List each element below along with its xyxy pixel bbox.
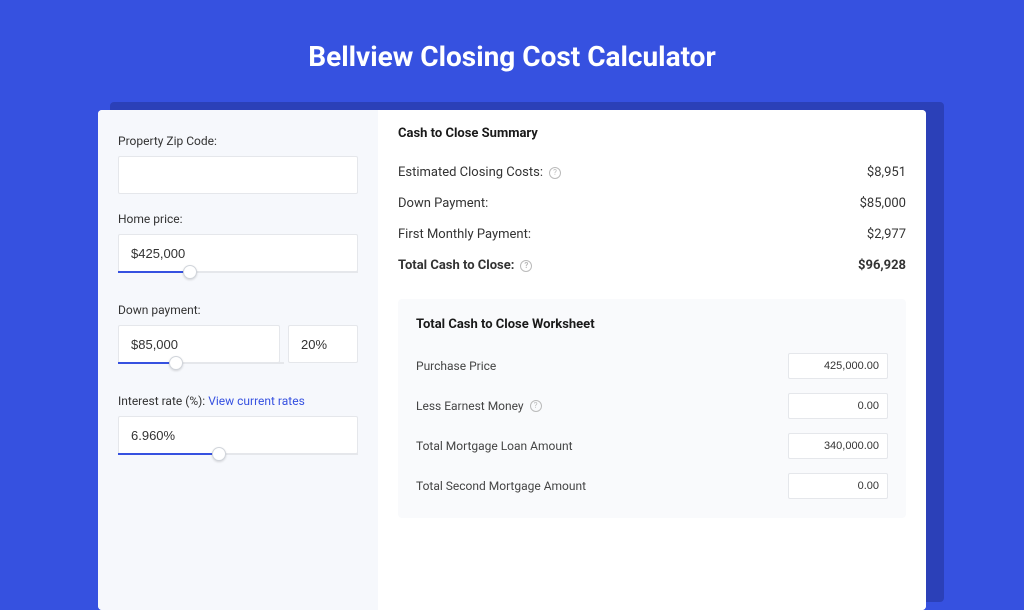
worksheet-row-label: Purchase Price	[416, 359, 496, 373]
worksheet-row-label: Total Second Mortgage Amount	[416, 479, 586, 493]
zip-group: Property Zip Code:	[118, 134, 358, 194]
worksheet-row-label: Less Earnest Money	[416, 399, 524, 413]
summary-row: First Monthly Payment: $2,977	[398, 219, 906, 250]
home-price-input[interactable]	[118, 234, 358, 272]
interest-rate-group: Interest rate (%): View current rates	[118, 394, 358, 467]
worksheet-row: Total Second Mortgage Amount	[416, 466, 888, 506]
summary-title: Cash to Close Summary	[398, 126, 906, 141]
current-rates-link[interactable]: View current rates	[208, 394, 305, 408]
summary-row: Down Payment: $85,000	[398, 188, 906, 219]
summary-total-label: Total Cash to Close:	[398, 258, 514, 273]
down-payment-input[interactable]	[118, 325, 280, 363]
worksheet-card: Total Cash to Close Worksheet Purchase P…	[398, 299, 906, 518]
summary-total-value: $96,928	[858, 258, 906, 273]
worksheet-row-input[interactable]	[788, 353, 888, 379]
worksheet-row-input[interactable]	[788, 393, 888, 419]
worksheet-row-input[interactable]	[788, 473, 888, 499]
summary-total-row: Total Cash to Close: ? $96,928	[398, 250, 906, 281]
interest-rate-slider[interactable]	[118, 453, 358, 467]
interest-rate-label-row: Interest rate (%): View current rates	[118, 394, 358, 408]
zip-label: Property Zip Code:	[118, 134, 358, 148]
summary-row: Estimated Closing Costs: ? $8,951	[398, 157, 906, 188]
summary-row-label: First Monthly Payment:	[398, 227, 531, 242]
zip-input[interactable]	[118, 156, 358, 194]
help-icon[interactable]: ?	[530, 400, 542, 412]
interest-rate-input[interactable]	[118, 416, 358, 454]
help-icon[interactable]: ?	[549, 167, 561, 179]
results-column: Cash to Close Summary Estimated Closing …	[378, 110, 926, 610]
worksheet-row-input[interactable]	[788, 433, 888, 459]
home-price-slider[interactable]	[118, 271, 358, 285]
worksheet-row: Less Earnest Money ?	[416, 386, 888, 426]
worksheet-title: Total Cash to Close Worksheet	[416, 317, 888, 332]
summary-row-value: $2,977	[867, 227, 906, 242]
down-payment-slider[interactable]	[118, 362, 284, 376]
summary-row-value: $85,000	[860, 196, 906, 211]
home-price-label: Home price:	[118, 212, 358, 226]
inputs-column: Property Zip Code: Home price: Down paym…	[98, 110, 378, 610]
slider-thumb[interactable]	[169, 356, 183, 370]
slider-fill	[118, 453, 219, 455]
slider-thumb[interactable]	[183, 265, 197, 279]
help-icon[interactable]: ?	[520, 260, 532, 272]
page-title: Bellview Closing Cost Calculator	[0, 0, 1024, 97]
summary-row-value: $8,951	[867, 165, 906, 180]
slider-fill	[118, 362, 176, 364]
calculator-card: Property Zip Code: Home price: Down paym…	[98, 110, 926, 610]
down-payment-pct-input[interactable]	[288, 325, 358, 363]
worksheet-row-label: Total Mortgage Loan Amount	[416, 439, 573, 453]
slider-fill	[118, 271, 190, 273]
home-price-group: Home price:	[118, 212, 358, 285]
summary-row-label: Estimated Closing Costs:	[398, 165, 543, 180]
down-payment-group: Down payment:	[118, 303, 358, 376]
worksheet-row: Purchase Price	[416, 346, 888, 386]
interest-rate-label: Interest rate (%):	[118, 394, 205, 408]
worksheet-row: Total Mortgage Loan Amount	[416, 426, 888, 466]
slider-thumb[interactable]	[212, 447, 226, 461]
summary-row-label: Down Payment:	[398, 196, 488, 211]
down-payment-label: Down payment:	[118, 303, 358, 317]
